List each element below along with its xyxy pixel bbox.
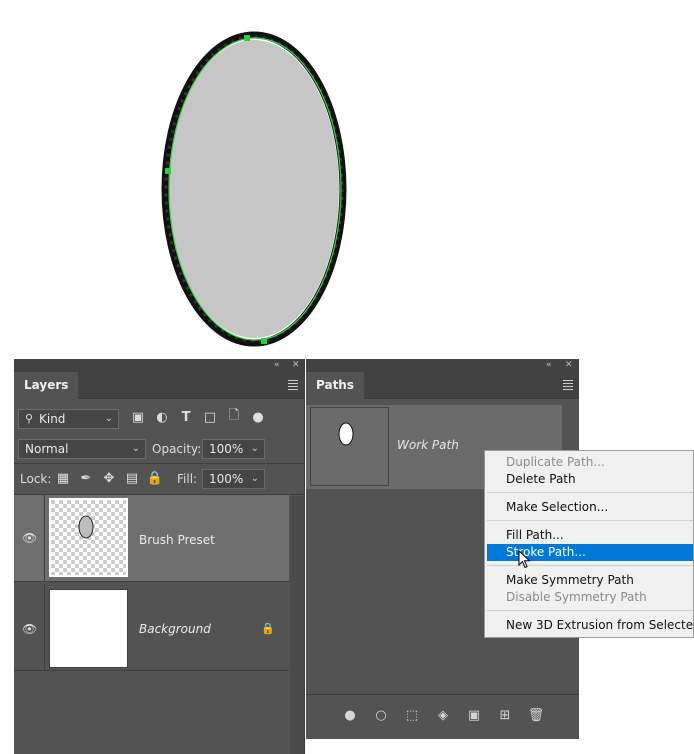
tab-layers[interactable]: Layers (14, 372, 79, 399)
opacity-label: Opacity: (152, 442, 202, 456)
lock-row: Lock: ▦ ✒ ✥ ▤ 🔒 Fill: 100% ⌄ (14, 463, 304, 495)
fill-value: 100% (209, 472, 244, 486)
menu-item-make-symmetry-path[interactable]: Make Symmetry Path (487, 572, 693, 589)
search-icon: ⚲ (25, 412, 34, 425)
panel-menu-icon[interactable] (563, 380, 573, 392)
opacity-value: 100% (209, 442, 244, 456)
layers-tabbar: Layers (14, 372, 304, 399)
layers-panel: « ✕ Layers ⚲ Kind ⌄ ▣ ◐ T □ 🗋 ● Normal ⌄… (14, 359, 305, 754)
lock-pixels-brush-icon[interactable]: ✒ (79, 471, 93, 486)
make-work-path-icon[interactable]: ◈ (435, 707, 451, 723)
mouse-cursor-icon (518, 550, 531, 569)
fill-path-icon[interactable]: ● (342, 707, 358, 723)
layer-thumbnail (49, 589, 128, 668)
paths-panel-titlebar: « ✕ (306, 359, 579, 372)
collapse-icon[interactable]: « (546, 359, 552, 372)
close-icon[interactable]: ✕ (292, 359, 300, 372)
ellipse-shape (169, 40, 339, 338)
collapse-icon[interactable]: « (274, 359, 280, 372)
filter-icons: ▣ ◐ T □ 🗋 ● (130, 408, 266, 425)
path-thumbnail (310, 407, 389, 486)
lock-transparency-icon[interactable]: ▦ (56, 471, 70, 486)
menu-item-disable-symmetry-path[interactable]: Disable Symmetry Path (487, 589, 693, 606)
add-mask-icon[interactable]: ▣ (466, 707, 482, 723)
layer-name[interactable]: Background (139, 622, 211, 636)
chevron-down-icon: ⌄ (104, 413, 113, 424)
menu-separator (487, 610, 693, 611)
blend-mode-dropdown[interactable]: Normal ⌄ (18, 439, 146, 459)
chevron-down-icon: ⌄ (131, 443, 140, 454)
context-menu: Duplicate Path... Delete Path Make Selec… (484, 450, 694, 638)
tab-paths[interactable]: Paths (306, 372, 364, 399)
load-selection-icon[interactable]: ⬚ (404, 707, 420, 723)
paths-footer-toolbar: ● ○ ⬚ ◈ ▣ ⊞ 🗑 (306, 694, 579, 739)
stroke-path-icon[interactable]: ○ (373, 707, 389, 723)
footer-icons: ● ○ ⬚ ◈ ▣ ⊞ 🗑 (342, 707, 544, 723)
menu-item-delete-path[interactable]: Delete Path (487, 471, 693, 488)
paths-tabbar: Paths (306, 372, 579, 399)
filter-kind-dropdown[interactable]: ⚲ Kind ⌄ (18, 409, 119, 429)
lock-icons: ▦ ✒ ✥ ▤ 🔒 (56, 471, 163, 486)
filter-toggle-icon[interactable]: ● (250, 409, 266, 425)
fill-input[interactable]: 100% ⌄ (202, 469, 265, 489)
chevron-down-icon: ⌄ (250, 443, 259, 454)
visibility-column: 👁 (14, 495, 45, 581)
layer-thumbnail (49, 498, 128, 577)
lock-all-icon[interactable]: 🔒 (147, 471, 163, 486)
shape-filter-icon[interactable]: □ (202, 409, 218, 425)
lock-position-move-icon[interactable]: ✥ (102, 471, 116, 486)
new-path-icon[interactable]: ⊞ (497, 707, 513, 723)
layers-panel-titlebar: « ✕ (14, 359, 304, 372)
opacity-input[interactable]: 100% ⌄ (202, 439, 265, 459)
document-canvas[interactable] (0, 0, 694, 360)
eye-icon[interactable]: 👁 (22, 531, 38, 545)
menu-item-make-selection[interactable]: Make Selection... (487, 499, 693, 516)
image-filter-icon[interactable]: ▣ (130, 409, 146, 425)
lock-label: Lock: (20, 472, 52, 486)
filter-kind-label: Kind (39, 412, 66, 426)
chevron-down-icon: ⌄ (250, 473, 259, 484)
layer-filter-row: ⚲ Kind ⌄ ▣ ◐ T □ 🗋 ● (14, 399, 304, 429)
layer-row-background[interactable]: 👁 Background 🔒 (14, 584, 289, 671)
close-icon[interactable]: ✕ (565, 359, 573, 372)
path-name[interactable]: Work Path (397, 438, 459, 452)
trash-icon[interactable]: 🗑 (528, 707, 545, 723)
smart-object-filter-icon[interactable]: 🗋 (226, 408, 242, 425)
layers-scrollbar[interactable] (290, 496, 304, 754)
menu-separator (487, 492, 693, 493)
adjustment-filter-icon[interactable]: ◐ (154, 409, 170, 425)
transparency-checker (51, 500, 126, 575)
layer-row-brush-preset[interactable]: 👁 Brush Preset (14, 495, 289, 582)
canvas-artwork (161, 31, 347, 347)
type-filter-icon[interactable]: T (178, 409, 194, 425)
path-anchor-bottom (261, 338, 267, 344)
path-thumbnail-shape (338, 422, 354, 446)
menu-item-duplicate-path[interactable]: Duplicate Path... (487, 454, 693, 471)
menu-item-fill-path[interactable]: Fill Path... (487, 527, 693, 544)
visibility-column: 👁 (14, 584, 45, 670)
blend-row: Normal ⌄ Opacity: 100% ⌄ (14, 433, 304, 463)
lock-artboard-icon[interactable]: ▤ (125, 471, 139, 486)
fill-label: Fill: (177, 472, 198, 486)
lock-icon: 🔒 (261, 622, 275, 635)
eye-icon[interactable]: 👁 (22, 622, 38, 636)
path-anchor-top (244, 35, 250, 41)
menu-separator (487, 520, 693, 521)
blend-mode-label: Normal (25, 442, 69, 456)
path-anchor-left (165, 168, 171, 174)
layer-name[interactable]: Brush Preset (139, 533, 215, 547)
menu-item-new-3d-extrusion[interactable]: New 3D Extrusion from Selected Path (487, 617, 693, 634)
panel-menu-icon[interactable] (288, 380, 298, 392)
